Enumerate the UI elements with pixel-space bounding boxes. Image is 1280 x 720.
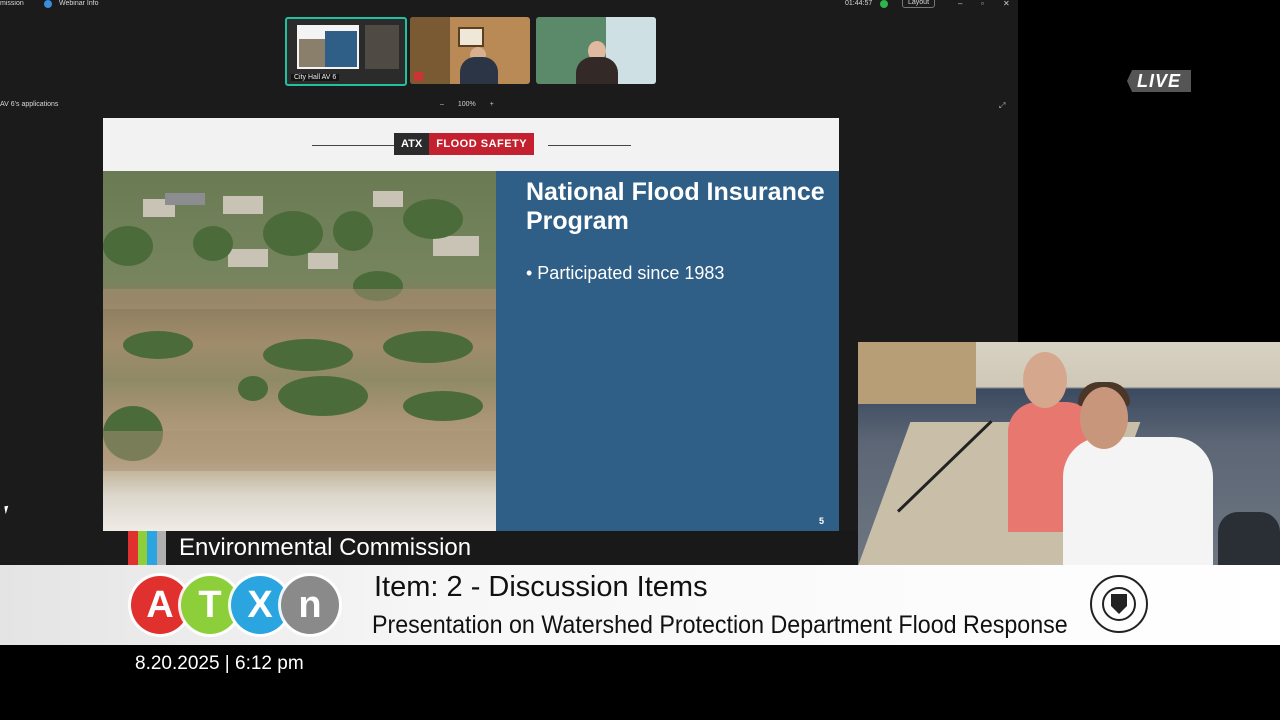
commission-name: Environmental Commission (179, 534, 472, 561)
zoom-in-button[interactable]: + (490, 101, 494, 108)
participant-name: City Hall AV 6 (291, 74, 340, 81)
zoom-level: 100% (457, 101, 476, 108)
meeting-name-fragment: mission (0, 0, 24, 7)
commission-bar: Environmental Commission (128, 531, 858, 566)
city-of-austin-seal-icon (1090, 575, 1148, 633)
live-badge: LIVE (1127, 70, 1191, 92)
broadcast-datetime: 8.20.2025 | 6:12 pm (135, 653, 304, 674)
color-stripes (128, 531, 166, 566)
participant-thumbnail-city-hall[interactable]: City Hall AV 6 (285, 17, 407, 86)
logo-letter: n (281, 576, 339, 634)
zoom-level-controls: – 100% + (440, 101, 506, 108)
participant-thumbnail-3[interactable] (536, 17, 656, 84)
minimize-button[interactable]: – (958, 0, 962, 8)
shared-app-label: AV 6's applications (0, 101, 59, 108)
connection-ok-icon (880, 0, 888, 8)
brand-atx: ATX (394, 133, 430, 155)
restore-button[interactable]: ▫ (981, 0, 984, 8)
slide-page-number: 5 (819, 516, 825, 526)
agenda-item-subtitle: Presentation on Watershed Protection Dep… (372, 611, 1068, 639)
atx-flood-safety-logo: ATX FLOOD SAFETY (394, 133, 535, 155)
meeting-timer: 01:44:57 (845, 0, 873, 7)
webinar-info-link[interactable]: Webinar Info (59, 0, 99, 7)
slide-title: National Flood Insurance Program (526, 178, 825, 235)
slide-bullet: • Participated since 1983 (526, 263, 725, 283)
flood-aerial-photo (103, 171, 496, 531)
presentation-slide: ATX FLOOD SAFETY National Flood Insuranc… (103, 118, 839, 531)
atxn-logo: A T X n (131, 576, 339, 636)
participant-thumbnail-2[interactable] (410, 17, 530, 84)
slide-header: ATX FLOOD SAFETY (103, 118, 839, 171)
camera-preview (365, 25, 399, 69)
zoom-out-button[interactable]: – (440, 101, 444, 108)
layout-button[interactable]: Layout (902, 0, 936, 8)
mouse-cursor-icon (4, 505, 10, 515)
close-button[interactable]: ✕ (1003, 0, 1010, 8)
chamber-camera-feed (858, 342, 1280, 566)
expand-icon[interactable]: ⤢ (999, 101, 1005, 111)
shared-screen-preview (297, 25, 359, 69)
brand-flood-safety: FLOOD SAFETY (429, 133, 535, 155)
muted-icon (414, 72, 423, 81)
agenda-item-title: Item: 2 - Discussion Items (374, 571, 708, 603)
shield-icon (44, 0, 52, 8)
zoom-top-bar: mission Webinar Info 01:44:57 Layout – ▫… (0, 0, 1018, 10)
